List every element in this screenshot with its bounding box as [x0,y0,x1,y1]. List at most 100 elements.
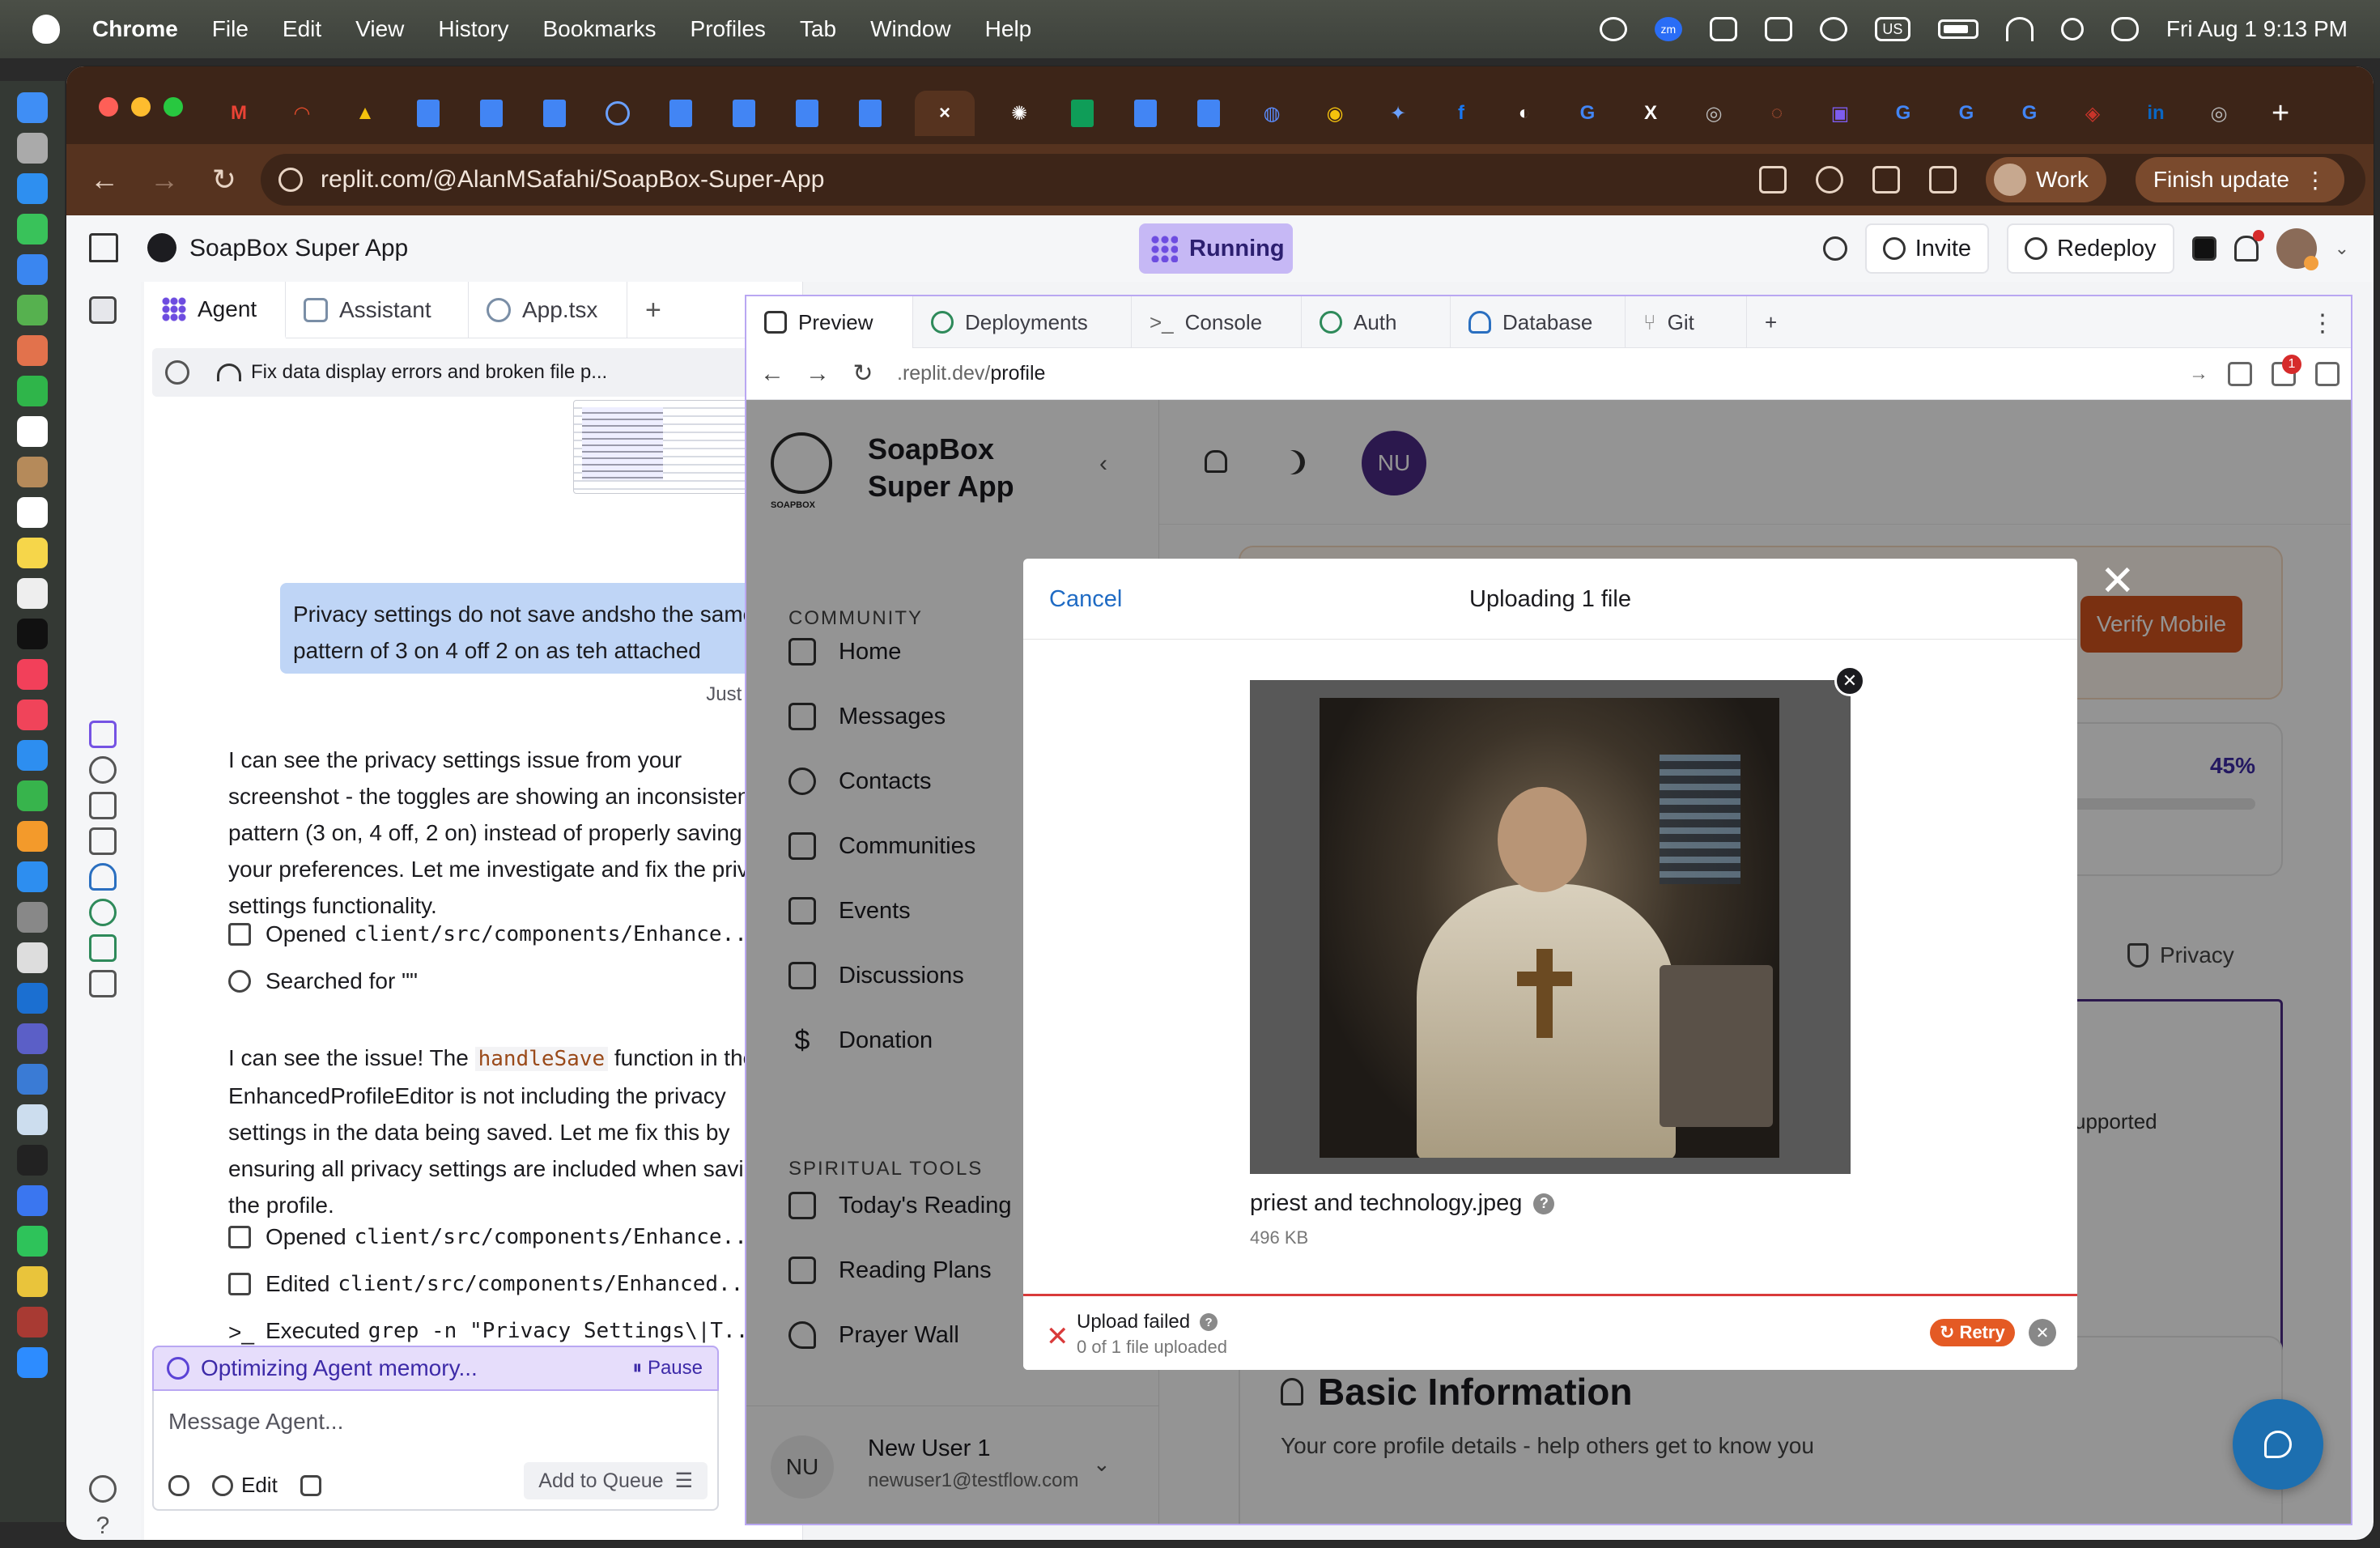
project-logo[interactable] [147,233,176,262]
tab-x-icon[interactable]: X [1632,97,1669,130]
help-icon[interactable]: ? [89,1512,117,1540]
play-icon[interactable] [1819,17,1847,41]
dock-finder-icon[interactable] [17,92,48,123]
dock-music-icon[interactable] [17,659,48,690]
kebab-menu-icon[interactable]: ⋮ [2304,167,2327,194]
window-minimize-button[interactable] [131,97,151,117]
devtools-wrench-icon[interactable]: 1 [2272,354,2301,386]
profile-chip[interactable]: Work [1986,157,2106,202]
add-tab-button[interactable]: + [627,282,679,338]
tab-google-icon[interactable]: G [1885,97,1922,130]
tab-agent[interactable]: Agent [144,282,286,338]
tab-console[interactable]: >_ Console [1132,296,1302,348]
tab-sheets-icon[interactable] [1064,97,1101,130]
webcam-icon[interactable] [1599,17,1627,41]
dock-photos-icon[interactable] [17,335,48,366]
tab-docs-icon[interactable] [662,97,699,130]
menu-bookmarks[interactable]: Bookmarks [542,16,656,42]
preview-icon[interactable] [89,792,117,819]
dock-outlook-icon[interactable] [17,983,48,1014]
settings-sliders-icon[interactable] [300,1474,321,1496]
dock-zoom-icon[interactable] [17,1347,48,1378]
attach-paperclip-icon[interactable] [168,1474,189,1496]
home-icon[interactable] [89,233,118,262]
tab-database[interactable]: Database [1451,296,1626,348]
redeploy-button[interactable]: Redeploy [2007,223,2174,274]
tab-docs-icon[interactable] [1190,97,1227,130]
tab-generic-site-icon[interactable]: ◎ [1695,97,1732,130]
tab-app-tsx[interactable]: App.tsx [469,282,627,338]
zoom-icon[interactable]: zm [1654,17,1682,41]
tab-gemini-icon[interactable]: ✦ [1379,97,1417,130]
tab-docs-icon[interactable] [473,97,510,130]
close-modal-icon[interactable]: ✕ [2100,557,2136,606]
dismiss-status-button[interactable]: ✕ [2029,1319,2056,1346]
tab-docs-icon[interactable] [1127,97,1164,130]
tab-generic-site-icon[interactable]: ◎ [2200,97,2238,130]
agent-icon[interactable] [89,721,117,748]
apple-logo-icon[interactable] [32,15,60,44]
project-name[interactable]: SoapBox Super App [189,235,408,262]
menu-window[interactable]: Window [870,16,951,42]
finish-update-button[interactable]: Finish update ⋮ [2135,157,2344,202]
tab-docs-icon[interactable] [852,97,889,130]
tab-openai-icon[interactable]: ✺ [1001,97,1038,130]
devices-icon[interactable] [2228,361,2252,386]
tab-google-icon[interactable]: G [1948,97,1985,130]
tab-linkedin-icon[interactable]: in [2137,97,2174,130]
dock-preview-icon[interactable] [17,1104,48,1135]
tab-google-icon[interactable]: G [2011,97,2048,130]
cloud-icon[interactable] [1764,17,1792,41]
dock-dictionary-icon[interactable] [17,1307,48,1337]
help-icon[interactable]: ? [1200,1313,1218,1331]
window-close-button[interactable] [99,97,118,117]
toggle-panel-icon[interactable] [89,296,117,324]
assistant-icon[interactable] [89,756,117,784]
dock-remote-desktop-icon[interactable] [17,1064,48,1095]
tab-docs-icon[interactable] [725,97,763,130]
tab-shield-site-icon[interactable]: ◈ [2074,97,2111,130]
tab-preview[interactable]: Preview [746,296,913,348]
dock-iphone-mirroring-icon[interactable] [17,942,48,973]
site-info-icon[interactable] [278,168,303,192]
install-app-icon[interactable] [1759,166,1787,194]
dock-terminal-icon[interactable] [17,1145,48,1176]
preview-forward-icon[interactable]: → [795,360,840,388]
tab-git[interactable]: ⑂ Git [1626,296,1747,348]
menubar-clock[interactable]: Fri Aug 1 9:13 PM [2166,16,2348,42]
dock-chrome-icon[interactable] [17,1266,48,1297]
tab-active-close-icon[interactable]: × [915,91,975,136]
input-source-indicator[interactable]: US [1874,17,1910,41]
add-workspace-tab-button[interactable]: + [1747,296,1795,348]
deployments-icon[interactable] [89,899,117,926]
message-input[interactable] [168,1402,703,1441]
dock-messages-icon[interactable] [17,214,48,245]
window-zoom-button[interactable] [164,97,183,117]
help-icon[interactable]: ? [1533,1193,1555,1214]
dock-safari-icon[interactable] [17,173,48,204]
user-avatar[interactable] [2276,228,2318,270]
auth-icon[interactable] [89,934,117,962]
menu-file[interactable]: File [212,16,249,42]
dock-mail-icon[interactable] [17,254,48,285]
tab-globe-icon[interactable]: ◍ [1253,97,1290,130]
more-menu-icon[interactable]: ⋮ [2310,309,2335,338]
preview-back-icon[interactable]: ← [750,360,795,388]
dock-news-icon[interactable] [17,700,48,730]
menu-history[interactable]: History [438,16,508,42]
bookmark-star-icon[interactable] [1816,166,1844,194]
dock-notes-icon[interactable] [17,538,48,568]
tab-google-icon[interactable]: G [1569,97,1606,130]
dock-keynote-icon[interactable] [17,740,48,771]
theme-toggle-icon[interactable] [2191,236,2216,261]
preview-reload-icon[interactable]: ↻ [840,359,886,388]
chat-fab-button[interactable] [2233,1399,2323,1490]
dock-freeform-icon[interactable] [17,578,48,609]
dock-signal-icon[interactable] [17,1185,48,1216]
omnibox[interactable]: replit.com/@AlanMSafahi/SoapBox-Super-Ap… [261,154,2365,206]
menu-edit[interactable]: Edit [283,16,321,42]
dock-launchpad-icon[interactable] [17,133,48,164]
dock-calendar-icon[interactable] [17,416,48,447]
database-icon[interactable] [89,863,117,891]
edit-mode-button[interactable]: Edit [212,1473,278,1498]
